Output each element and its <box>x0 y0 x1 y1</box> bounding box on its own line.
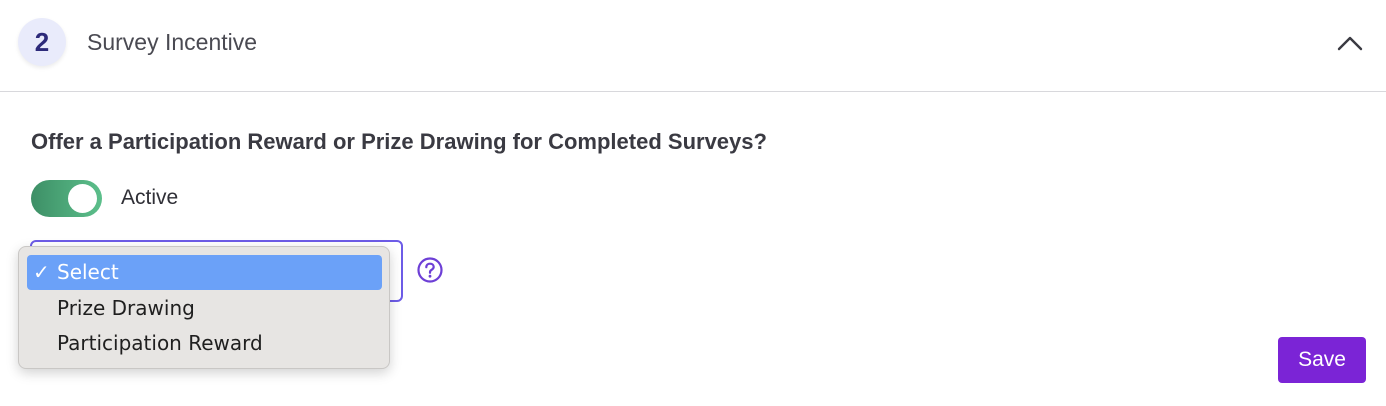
save-button[interactable]: Save <box>1278 337 1366 383</box>
option-label: Select <box>57 260 119 284</box>
checkmark-icon: ✓ <box>33 260 50 284</box>
incentive-type-dropdown: ✓ Select Prize Drawing Participation Rew… <box>18 246 390 369</box>
incentive-question: Offer a Participation Reward or Prize Dr… <box>31 129 767 154</box>
collapse-button[interactable] <box>1330 26 1370 60</box>
survey-incentive-panel: 2 Survey Incentive Offer a Participation… <box>0 0 1386 406</box>
option-label: Prize Drawing <box>57 296 195 320</box>
section-title: Survey Incentive <box>87 29 258 55</box>
step-number-badge: 2 <box>18 18 66 66</box>
toggle-knob <box>68 184 97 213</box>
section-header[interactable]: 2 Survey Incentive <box>0 0 1386 92</box>
question-circle-icon <box>417 257 443 283</box>
help-icon[interactable] <box>416 256 444 284</box>
option-prize-drawing[interactable]: Prize Drawing <box>27 291 382 326</box>
chevron-up-icon <box>1337 36 1363 51</box>
option-select[interactable]: ✓ Select <box>27 255 382 290</box>
option-participation-reward[interactable]: Participation Reward <box>27 326 382 361</box>
toggle-label: Active <box>121 186 179 209</box>
active-toggle[interactable] <box>31 180 102 217</box>
option-label: Participation Reward <box>57 331 263 355</box>
